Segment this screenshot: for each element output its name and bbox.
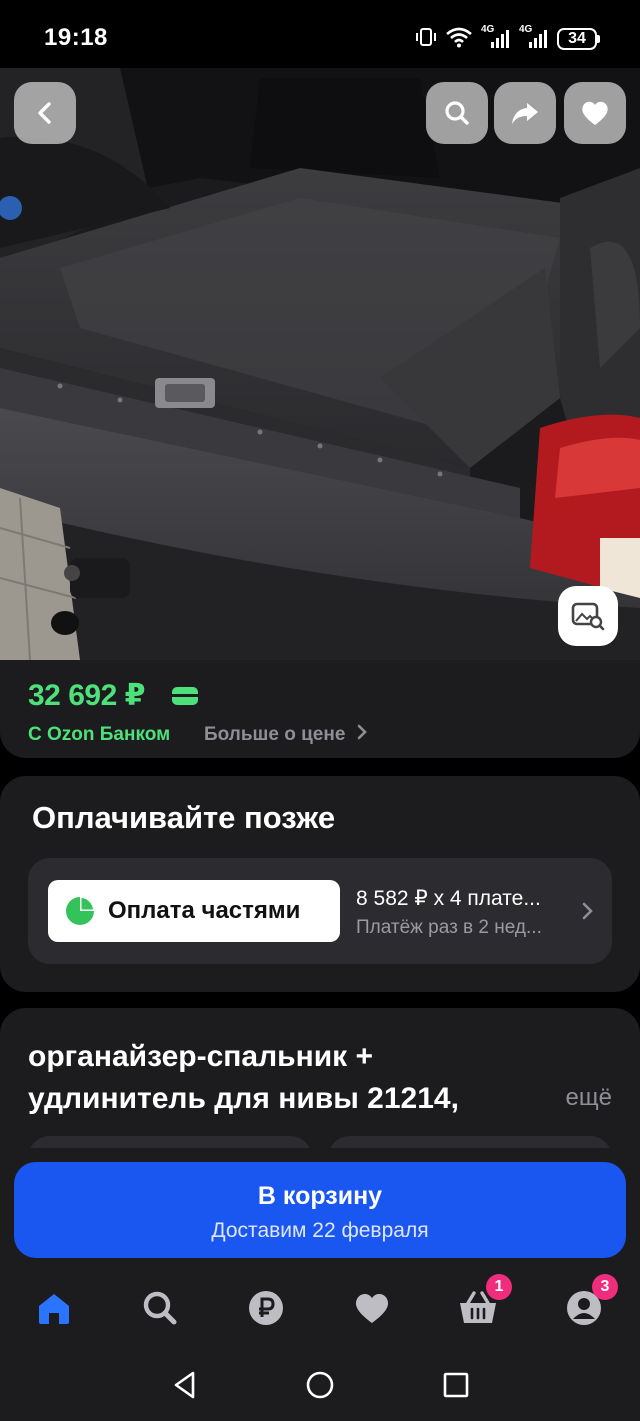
image-search-icon — [571, 602, 605, 631]
heart-icon — [582, 101, 608, 125]
signal-icon-1: 4G — [481, 24, 511, 50]
status-bar: 19:18 4G 4G 34 — [0, 0, 640, 70]
pay-later-card: Оплачивайте позже Оплата частями 8 582 ₽… — [0, 776, 640, 992]
pie-chart-icon — [66, 897, 94, 925]
tab-bar: 1 3 — [0, 1272, 640, 1348]
search-icon — [445, 101, 469, 125]
battery-icon: 34 — [557, 28, 600, 50]
add-to-cart-label: В корзину — [257, 1182, 383, 1210]
search-button[interactable] — [426, 82, 488, 144]
delivery-date-label: Доставим 22 февраля — [211, 1219, 429, 1242]
add-to-cart-button[interactable]: В корзину Доставим 22 февраля — [14, 1162, 626, 1258]
signal-icon-2: 4G — [519, 24, 549, 50]
tab-home[interactable] — [34, 1288, 74, 1328]
pay-later-title: Оплачивайте позже — [32, 800, 336, 835]
image-search-button[interactable] — [558, 586, 618, 646]
favorite-button[interactable] — [564, 82, 626, 144]
installment-plan[interactable]: Оплата частями 8 582 ₽ x 4 плате... Плат… — [28, 858, 612, 964]
ozon-bank-label: С Ozon Банком — [28, 724, 171, 745]
ruble-coin-icon — [249, 1291, 283, 1325]
cart-badge: 1 — [486, 1274, 512, 1300]
plan-frequency: Платёж раз в 2 нед... — [356, 917, 542, 938]
square-recents-icon — [443, 1372, 469, 1398]
split-payment-button[interactable]: Оплата частями — [48, 880, 340, 942]
profile-badge: 3 — [592, 1274, 618, 1300]
triangle-back-icon — [174, 1371, 195, 1399]
product-image[interactable] — [0, 68, 640, 660]
tab-catalog-search[interactable] — [140, 1288, 180, 1328]
tab-profile[interactable]: 3 — [564, 1274, 618, 1328]
chevron-right-icon — [357, 724, 367, 740]
share-arrow-icon — [512, 103, 538, 124]
more-price-link[interactable]: Больше о цене — [204, 724, 369, 746]
car-trunk-organizer-photo — [0, 68, 640, 660]
back-button[interactable] — [14, 82, 76, 144]
nav-home-button[interactable] — [305, 1370, 335, 1400]
share-button[interactable] — [494, 82, 556, 144]
home-icon — [39, 1294, 69, 1324]
tab-cart[interactable]: 1 — [458, 1274, 512, 1328]
ozon-card-icon — [172, 687, 198, 705]
wifi-icon — [445, 26, 473, 53]
product-title: органайзер-спальник + удлинитель для нив… — [28, 1040, 459, 1115]
more-title-link[interactable]: ещё — [566, 1084, 612, 1112]
tab-finance[interactable] — [246, 1288, 286, 1328]
status-icons: 4G 4G 34 — [415, 24, 600, 54]
plan-amount: 8 582 ₽ x 4 плате... — [356, 887, 541, 910]
nav-back-button[interactable] — [170, 1370, 200, 1400]
search-icon — [143, 1291, 177, 1325]
status-time: 19:18 — [44, 24, 108, 51]
tab-favorites[interactable] — [352, 1288, 392, 1328]
heart-icon — [355, 1293, 389, 1323]
system-navigation-bar — [0, 1348, 640, 1421]
vibrate-icon — [415, 26, 437, 53]
circle-home-icon — [306, 1371, 334, 1399]
nav-recents-button[interactable] — [441, 1370, 471, 1400]
arrow-left-icon — [38, 102, 51, 124]
chevron-right-icon — [582, 902, 593, 920]
price-value: 32 692 ₽ — [28, 679, 145, 712]
